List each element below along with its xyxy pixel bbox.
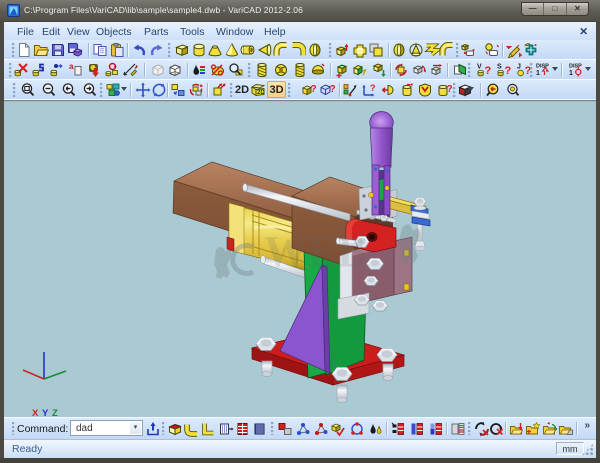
svg-text:S: S [497,64,502,71]
svg-text:Y: Y [42,408,49,417]
svg-text:?: ? [311,84,317,95]
svg-text:DISP: DISP [536,64,549,70]
svg-text:?: ? [330,84,336,95]
svg-text:1: 1 [569,70,573,77]
svg-text:?: ? [505,65,512,77]
svg-text:?: ? [370,83,376,93]
svg-text:1: 1 [536,70,540,77]
svg-text:?: ? [485,65,492,77]
svg-text:X: X [32,408,39,417]
svg-text:DISP: DISP [569,64,582,70]
svg-text:2D: 2D [257,90,265,96]
svg-text:a: a [69,62,74,71]
svg-text:Z: Z [52,408,58,417]
svg-text:WEB: WEB [264,227,367,276]
svg-text:J: J [517,64,521,71]
svg-text:?: ? [447,84,453,95]
svg-text:V: V [477,64,482,71]
